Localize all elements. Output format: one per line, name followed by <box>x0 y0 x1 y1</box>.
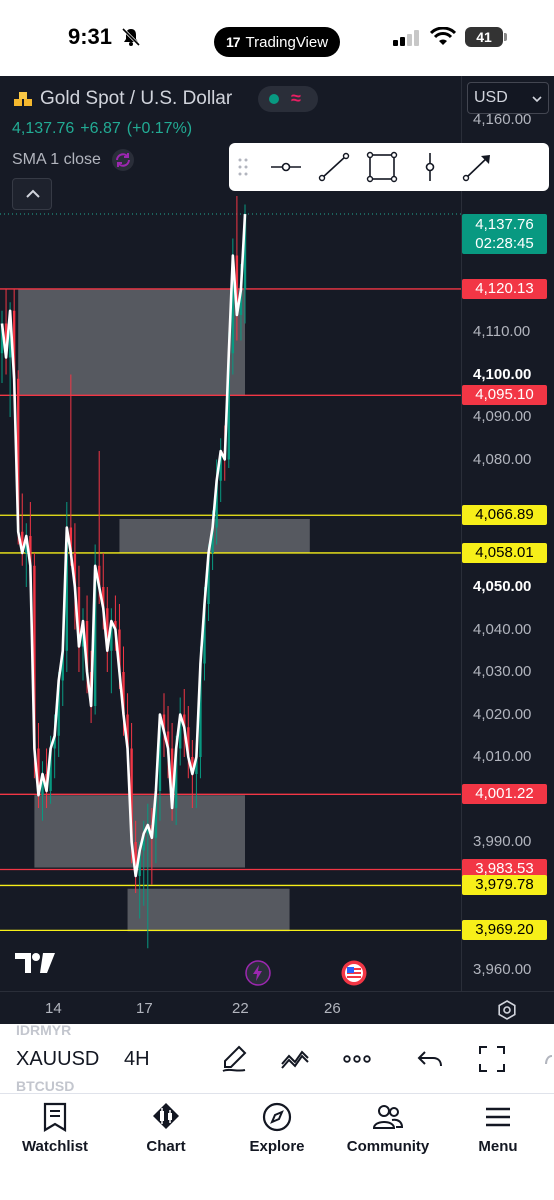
indicator-label: SMA 1 close <box>12 151 101 168</box>
price-tick-label: 3,990.00 <box>473 833 532 850</box>
tradingview-logo-icon: 17 <box>225 34 241 50</box>
price-level-tag: 4,120.13 <box>462 278 547 299</box>
us-flag-event-icon[interactable] <box>341 960 367 986</box>
market-open-dot-icon <box>269 94 279 104</box>
bell-slash-icon <box>121 27 141 47</box>
currency-value: USD <box>474 89 508 106</box>
arrow-icon[interactable] <box>461 151 495 183</box>
tradingview-pill-label: TradingView <box>245 33 329 51</box>
more-options-icon[interactable] <box>342 1044 372 1074</box>
chart-settings-icon[interactable] <box>496 999 518 1021</box>
price-tick-label: 4,020.00 <box>473 705 532 723</box>
battery-icon: 41 <box>465 27 507 47</box>
watchlist-icon <box>43 1102 67 1132</box>
nav-label: Community <box>346 1138 430 1155</box>
price-level-tag: 3,969.20 <box>462 920 547 941</box>
currency-select[interactable]: USD <box>467 82 549 114</box>
nav-label: Explore <box>249 1138 305 1155</box>
status-bar: 9:31 17 TradingView 41 <box>0 0 554 76</box>
time-label: 22 <box>232 1000 249 1017</box>
indicator-loading-icon[interactable] <box>111 148 135 172</box>
compass-icon <box>262 1102 292 1132</box>
collapse-legend-button[interactable] <box>12 178 52 210</box>
price-level-tag: 4,058.01 <box>462 542 547 563</box>
status-time: 9:31 <box>68 24 113 49</box>
trend-line-icon[interactable] <box>317 151 351 183</box>
gold-bars-icon <box>14 92 32 106</box>
price-change-pct: (+0.17%) <box>126 120 193 137</box>
price-tick-label: 4,110.00 <box>473 323 531 340</box>
market-status-pill[interactable]: ≈ <box>258 86 318 112</box>
supply-demand-zone <box>127 888 290 932</box>
price-level-tag: 4,095.10 <box>462 385 547 406</box>
price-level-tag: 4,001.22 <box>462 784 547 805</box>
price-level-tag: 4,066.89 <box>462 505 547 526</box>
previous-symbol-hint: IDRMYR <box>16 1022 72 1038</box>
price-tick-label: 4,090.00 <box>473 408 532 425</box>
tradingview-watermark-icon <box>15 953 55 973</box>
nav-menu[interactable]: Menu <box>448 1102 548 1155</box>
time-label: 14 <box>45 1000 62 1017</box>
time-axis[interactable]: 14 17 22 26 <box>0 991 554 1024</box>
wifi-icon <box>430 27 456 45</box>
horizontal-line-icon[interactable] <box>269 151 303 183</box>
price-tick-label: 4,100.00 <box>473 365 532 383</box>
vertical-line-icon[interactable] <box>413 151 447 183</box>
time-label: 26 <box>324 1000 341 1017</box>
symbol-legend[interactable]: Gold Spot / U.S. Dollar <box>12 88 232 110</box>
hamburger-menu-icon <box>486 1107 510 1127</box>
interval-selector[interactable]: 4H <box>124 1048 150 1071</box>
chart-candles-icon <box>153 1103 179 1129</box>
price-tick-label: 3,960.00 <box>473 960 532 978</box>
delayed-data-icon: ≈ <box>291 88 301 108</box>
nav-explore[interactable]: Explore <box>227 1102 327 1155</box>
chevron-up-icon <box>26 189 40 198</box>
battery-level: 41 <box>465 27 503 47</box>
nav-watchlist[interactable]: Watchlist <box>5 1102 105 1155</box>
nav-community[interactable]: Community <box>338 1102 438 1155</box>
nav-label: Menu <box>478 1138 518 1155</box>
chart-area[interactable]: 4,160.00 4,110.00 4,100.00 4,090.00 4,080.00… <box>0 76 554 1024</box>
redo-icon-partial[interactable] <box>540 1044 554 1074</box>
price-tick-label: 4,030.00 <box>473 663 532 680</box>
symbol-toolbar: IDRMYR XAUUSD BTCUSD 4H <box>0 1022 554 1094</box>
price-axis-border <box>461 76 462 991</box>
price-tick-label: 4,050.00 <box>473 578 532 595</box>
current-price-tag: 4,137.76 02:28:45 <box>462 214 547 254</box>
next-symbol-hint: BTCUSD <box>16 1078 75 1094</box>
nav-chart[interactable]: Chart <box>116 1102 216 1155</box>
undo-icon[interactable] <box>415 1044 445 1074</box>
indicator-legend[interactable]: SMA 1 close <box>12 148 135 172</box>
symbol-ticker[interactable]: XAUUSD <box>16 1048 99 1071</box>
symbol-title: Gold Spot / U.S. Dollar <box>40 88 233 109</box>
tradingview-pill[interactable]: 17 TradingView <box>214 27 340 57</box>
fullscreen-icon[interactable] <box>477 1044 507 1074</box>
drag-handle-icon[interactable] <box>237 157 249 177</box>
price-tick-label: 4,010.00 <box>473 748 532 765</box>
bar-countdown-label: 02:28:45 <box>475 235 534 252</box>
lightning-event-icon[interactable] <box>245 960 271 986</box>
price-tick-label: 4,080.00 <box>473 450 532 468</box>
price-summary: 4,137.76 +6.87 (+0.17%) <box>12 120 198 138</box>
cellular-signal-icon <box>393 30 419 46</box>
price-level-tag: 3,979.78 <box>462 875 547 896</box>
bottom-navigation: Watchlist Chart Explore Community Menu <box>0 1094 554 1200</box>
time-label: 17 <box>136 1000 153 1017</box>
nav-label: Watchlist <box>21 1138 89 1155</box>
supply-demand-zone <box>18 289 246 396</box>
supply-demand-zone <box>119 519 310 553</box>
chevron-down-icon <box>532 96 542 103</box>
rectangle-icon[interactable] <box>365 151 399 183</box>
drawing-toolbar <box>229 143 549 191</box>
last-price: 4,137.76 <box>12 120 75 137</box>
price-change: +6.87 <box>80 120 121 137</box>
indicators-icon[interactable] <box>280 1044 310 1074</box>
community-icon <box>372 1105 404 1129</box>
nav-label: Chart <box>146 1138 186 1155</box>
price-tick-label: 4,040.00 <box>473 620 532 638</box>
current-price-label: 4,137.76 <box>475 216 534 233</box>
drawing-pen-icon[interactable] <box>219 1044 249 1074</box>
